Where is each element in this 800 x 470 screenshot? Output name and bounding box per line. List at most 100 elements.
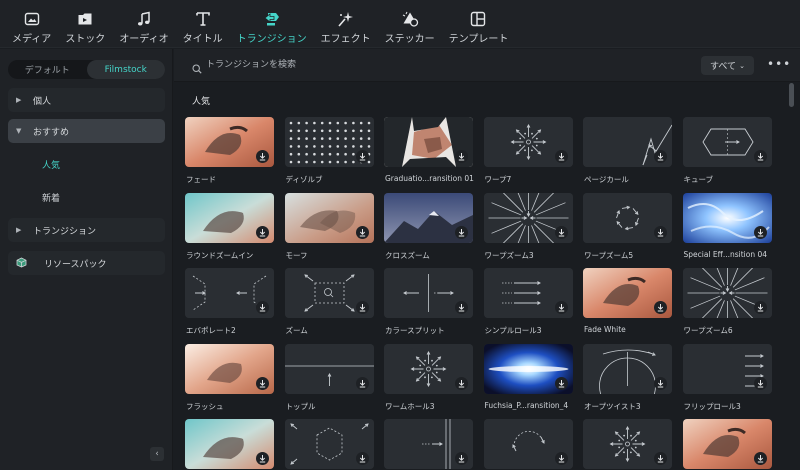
download-icon	[457, 228, 466, 237]
transition-thumbnail[interactable]	[682, 343, 772, 394]
transition-thumbnail[interactable]	[185, 268, 274, 318]
title-t-icon	[194, 11, 212, 27]
tab-default[interactable]: デフォルト	[8, 60, 87, 79]
transition-thumbnail[interactable]	[483, 117, 573, 167]
transition-thumbnail[interactable]	[185, 117, 274, 167]
sidebar-item-transitions[interactable]: ▶ トランジション	[8, 218, 165, 242]
transition-thumbnail[interactable]	[583, 343, 672, 394]
toolbar-tab-sparkle[interactable]: エフェクト	[321, 0, 371, 45]
download-button[interactable]	[654, 301, 667, 314]
download-button[interactable]	[753, 452, 767, 465]
download-button[interactable]	[654, 452, 667, 465]
download-button[interactable]	[256, 452, 269, 465]
transition-thumbnail[interactable]	[384, 268, 473, 318]
download-button[interactable]	[654, 376, 667, 390]
search-input[interactable]	[206, 58, 506, 72]
download-icon	[457, 379, 466, 388]
toolbar-tab-media[interactable]: メディア	[12, 0, 51, 45]
download-button[interactable]	[256, 301, 269, 314]
toolbar-tab-label: エフェクト	[320, 34, 371, 45]
transition-name: Special Eff...nsition 04	[683, 249, 768, 259]
filter-label: すべて	[710, 62, 737, 72]
toolbar-tab-template[interactable]: テンプレート	[449, 0, 508, 45]
transition-thumbnail[interactable]	[185, 192, 274, 243]
transition-thumbnail[interactable]	[583, 419, 672, 469]
download-button[interactable]	[355, 150, 369, 163]
download-icon	[756, 379, 765, 388]
filter-dropdown[interactable]: すべて ⌄	[701, 56, 754, 75]
transition-thumbnail[interactable]	[483, 192, 573, 243]
toolbar-tab-music-note[interactable]: オーディオ	[119, 0, 169, 45]
transition-thumbnail[interactable]	[682, 117, 772, 167]
transition-thumbnail[interactable]	[284, 192, 374, 243]
transition-thumbnail[interactable]	[284, 419, 374, 469]
transition-thumbnail[interactable]	[185, 419, 274, 469]
download-button[interactable]	[753, 301, 767, 314]
download-button[interactable]	[256, 225, 269, 239]
download-button[interactable]	[753, 376, 767, 390]
download-button[interactable]	[455, 225, 468, 239]
transition-thumbnail[interactable]	[384, 343, 473, 394]
transition-thumbnail[interactable]	[284, 343, 374, 394]
transition-thumbnail[interactable]	[483, 419, 573, 469]
download-button[interactable]	[256, 376, 269, 390]
download-button[interactable]	[554, 150, 568, 163]
transition-thumbnail[interactable]	[284, 117, 374, 167]
download-button[interactable]	[455, 376, 468, 390]
transition-thumbnail[interactable]	[483, 268, 573, 318]
download-button[interactable]	[355, 301, 369, 314]
download-button[interactable]	[554, 301, 568, 314]
transition-thumbnail[interactable]	[583, 268, 672, 318]
transition-thumbnail[interactable]	[185, 343, 274, 394]
tab-filmstock[interactable]: Filmstock	[86, 60, 165, 79]
transition-thumbnail[interactable]	[384, 117, 473, 167]
toolbar-tab-label: ステッカー	[384, 34, 435, 45]
download-button[interactable]	[654, 150, 667, 163]
sidebar-item-personal[interactable]: ▶ 個人	[8, 88, 165, 112]
transition-thumbnail[interactable]	[583, 117, 672, 167]
transition-thumbnail[interactable]	[483, 343, 573, 394]
download-icon	[258, 379, 267, 388]
transition-thumbnail[interactable]	[284, 268, 374, 318]
transition-thumbnail[interactable]	[682, 419, 772, 469]
download-button[interactable]	[455, 452, 468, 465]
download-button[interactable]	[753, 150, 767, 163]
sidebar-item-resource-pack[interactable]: リソースパック	[8, 251, 165, 275]
collapse-sidebar-button[interactable]: ‹	[150, 447, 164, 461]
download-icon	[258, 152, 267, 161]
sidebar-item-popular[interactable]: 人気	[8, 152, 165, 176]
download-button[interactable]	[355, 376, 369, 390]
download-button[interactable]	[554, 225, 568, 239]
download-button[interactable]	[256, 150, 269, 163]
sidebar-item-recommended[interactable]: ▼ おすすめ	[8, 119, 165, 143]
transition-thumbnail[interactable]	[682, 192, 772, 243]
transition-name: キューブ	[683, 175, 714, 184]
search-bar: すべて ⌄ •••	[174, 49, 800, 82]
download-icon	[656, 454, 665, 463]
download-button[interactable]	[654, 225, 667, 239]
transition-name: ワープ7	[484, 175, 512, 184]
scrollbar[interactable]	[789, 83, 794, 107]
download-button[interactable]	[355, 452, 369, 465]
transition-thumbnail[interactable]	[583, 192, 672, 243]
toolbar-tab-label: トランジション	[236, 34, 307, 45]
download-button[interactable]	[554, 376, 568, 390]
toolbar-tab-stock[interactable]: ストック	[65, 0, 105, 45]
transition-thumbnail[interactable]	[682, 268, 772, 318]
toolbar-tab-transition[interactable]: トランジション	[237, 0, 307, 45]
transition-thumbnail[interactable]	[384, 419, 473, 469]
more-dots-icon: •••	[767, 57, 792, 71]
download-icon	[557, 454, 566, 463]
more-options-button[interactable]: •••	[767, 57, 791, 71]
toolbar-tab-sticker[interactable]: ステッカー	[385, 0, 435, 45]
download-button[interactable]	[554, 452, 568, 465]
download-icon	[258, 228, 267, 237]
transition-name: クロスズーム	[385, 250, 430, 260]
download-button[interactable]	[355, 225, 369, 239]
sidebar-item-new[interactable]: 新着	[8, 185, 165, 209]
toolbar-tab-title-t[interactable]: タイトル	[183, 0, 223, 45]
download-button[interactable]	[753, 225, 767, 239]
download-button[interactable]	[455, 301, 468, 314]
transition-thumbnail[interactable]	[384, 192, 473, 243]
download-button[interactable]	[455, 150, 468, 163]
